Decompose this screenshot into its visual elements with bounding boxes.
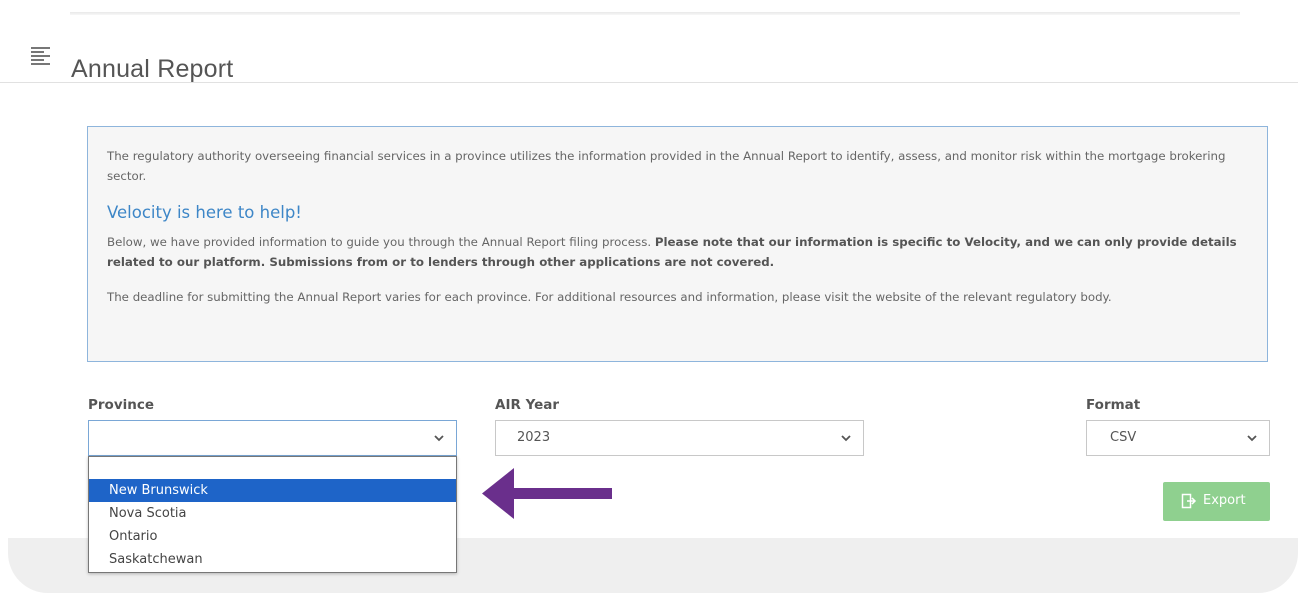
province-option-saskatchewan[interactable]: Saskatchewan xyxy=(89,548,456,571)
format-select[interactable]: CSV xyxy=(1086,420,1270,456)
air-year-value: 2023 xyxy=(517,430,551,445)
province-label: Province xyxy=(88,397,155,413)
top-divider xyxy=(70,12,1240,15)
info-panel: The regulatory authority overseeing fina… xyxy=(87,126,1268,362)
chevron-down-icon xyxy=(434,435,444,442)
air-year-select[interactable]: 2023 xyxy=(495,420,864,456)
info-paragraph-3: The deadline for submitting the Annual R… xyxy=(107,290,1112,304)
help-title: Velocity is here to help! xyxy=(107,203,302,222)
province-option-blank[interactable] xyxy=(89,458,456,481)
chevron-down-icon xyxy=(1247,435,1257,442)
province-select[interactable] xyxy=(88,420,457,456)
chevron-down-icon xyxy=(841,435,851,442)
province-option-new-brunswick[interactable]: New Brunswick xyxy=(89,479,456,502)
province-option-ontario[interactable]: Ontario xyxy=(89,525,456,548)
info-paragraph-2-text: Below, we have provided information to g… xyxy=(107,235,655,249)
export-icon xyxy=(1181,493,1197,509)
export-label: Export xyxy=(1203,493,1246,508)
province-dropdown-list[interactable]: New Brunswick Nova Scotia Ontario Saskat… xyxy=(88,456,457,573)
pointer-arrow-icon xyxy=(482,468,612,519)
export-button[interactable]: Export xyxy=(1163,482,1270,521)
province-option-nova-scotia[interactable]: Nova Scotia xyxy=(89,502,456,525)
format-value: CSV xyxy=(1110,430,1137,445)
page-header: Annual Report xyxy=(0,30,1298,83)
format-label: Format xyxy=(1086,397,1141,413)
info-paragraph-2: Below, we have provided information to g… xyxy=(107,232,1247,272)
info-paragraph-1: The regulatory authority overseeing fina… xyxy=(107,149,1226,183)
page-title: Annual Report xyxy=(71,54,234,83)
hamburger-menu-icon[interactable] xyxy=(31,46,53,65)
air-year-label: AIR Year xyxy=(495,397,560,413)
